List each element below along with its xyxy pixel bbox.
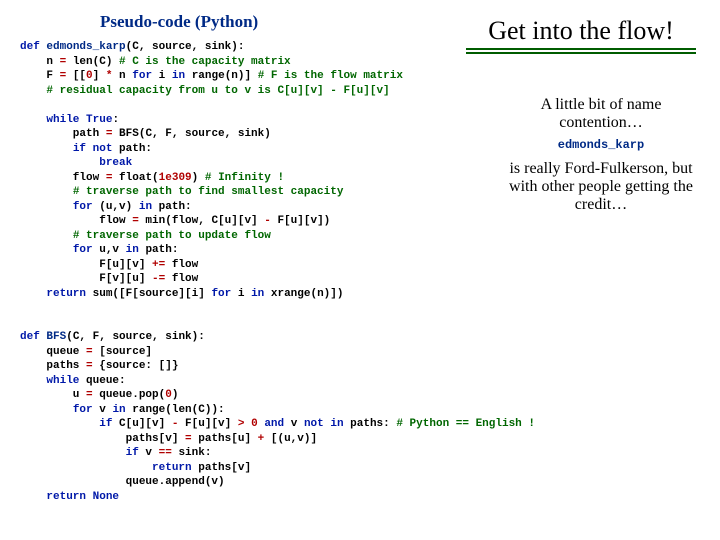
aside-function-name: edmonds_karp: [506, 138, 696, 152]
title-underline: [466, 48, 696, 54]
aside-line2: is really Ford-Fulkerson, but with other…: [506, 160, 696, 214]
aside-line1: A little bit of name contention…: [506, 96, 696, 132]
title-block: Get into the flow!: [466, 16, 696, 56]
page-title: Get into the flow!: [466, 16, 696, 46]
aside-commentary: A little bit of name contention… edmonds…: [506, 92, 696, 218]
